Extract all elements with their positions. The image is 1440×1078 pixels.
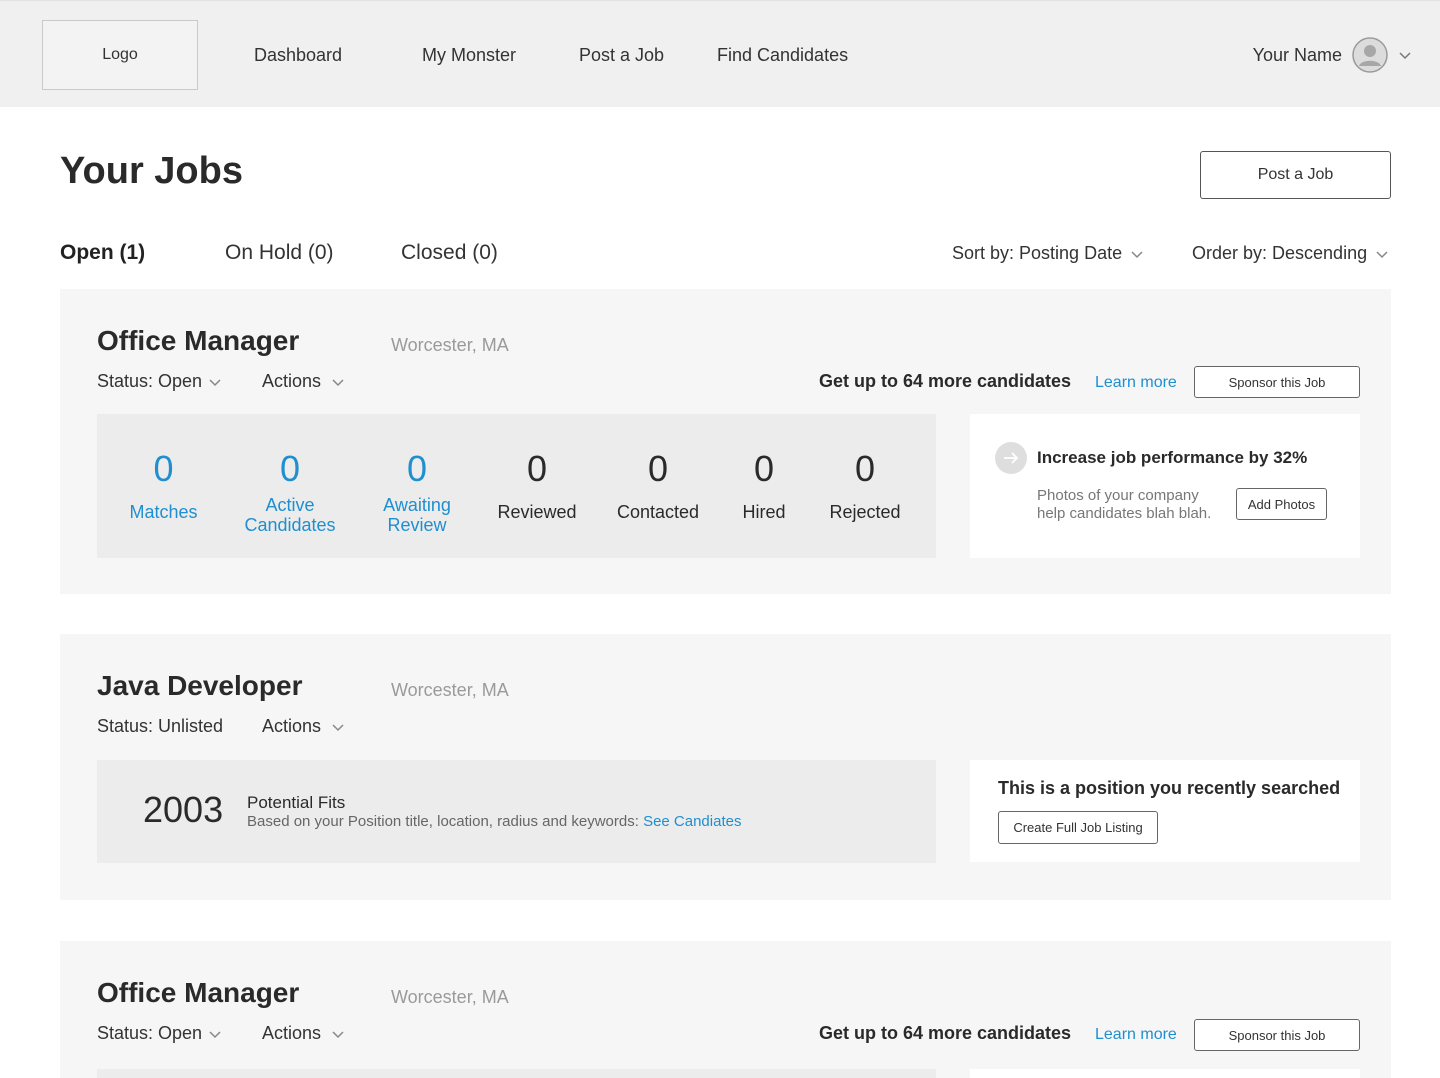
status-label: Status: Open	[97, 371, 203, 391]
job-location: Worcester, MA	[391, 680, 509, 700]
tab-open[interactable]: Open (1)	[60, 241, 145, 265]
stat-label: Contacted	[616, 502, 700, 522]
job-title[interactable]: Office Manager	[97, 325, 299, 357]
potential-fits-count: 2003	[143, 789, 224, 830]
actions-label: Actions	[262, 1023, 322, 1043]
stat-contacted: 0 Contacted	[603, 414, 713, 558]
actions-dropdown[interactable]: Actions	[262, 371, 345, 392]
chevron-down-icon	[332, 378, 344, 386]
tab-closed[interactable]: Closed (0)	[401, 241, 498, 265]
order-by-dropdown[interactable]: Order by: Descending	[1192, 243, 1389, 264]
nav-post-a-job[interactable]: Post a Job	[579, 45, 664, 66]
status-dropdown[interactable]: Status: Open	[97, 371, 222, 392]
stat-value: 0	[647, 448, 669, 489]
page-title: Your Jobs	[60, 150, 243, 192]
potential-fits-title: Potential Fits	[247, 793, 346, 812]
performance-tip-panel: Increase job performance by 32% Photos o…	[970, 414, 1360, 558]
create-full-job-listing-button[interactable]: Create Full Job Listing	[998, 811, 1158, 844]
potential-fits-desc-text: Based on your Position title, location, …	[247, 813, 639, 830]
stat-value: 0	[406, 448, 428, 489]
candidate-stats-panel	[97, 1069, 936, 1078]
chevron-down-icon	[332, 1030, 344, 1038]
tip-body-line: Photos of your company	[1037, 487, 1199, 504]
sponsor-job-button[interactable]: Sponsor this Job	[1194, 366, 1360, 398]
stat-reviewed: 0 Reviewed	[487, 414, 587, 558]
stat-value: 0	[279, 448, 301, 489]
sort-by-label: Sort by: Posting Date	[952, 243, 1123, 263]
add-photos-button[interactable]: Add Photos	[1236, 488, 1327, 520]
stat-value: 0	[753, 448, 775, 489]
potential-fits-panel: 2003 Potential Fits Based on your Positi…	[97, 760, 936, 863]
stat-label: Rejected	[829, 502, 901, 522]
top-navigation-bar: Logo Dashboard My Monster Post a Job Fin…	[0, 0, 1440, 107]
actions-dropdown[interactable]: Actions	[262, 1023, 345, 1044]
chevron-down-icon	[332, 723, 344, 731]
avatar-icon	[1352, 37, 1388, 73]
chevron-down-icon	[1131, 250, 1143, 258]
stat-value: 0	[153, 448, 174, 489]
stat-label: Active Candidates	[244, 495, 336, 535]
user-name: Your Name	[1252, 44, 1342, 65]
stat-value: 0	[526, 448, 548, 489]
status-dropdown[interactable]: Status: Open	[97, 1023, 222, 1044]
learn-more-link[interactable]: Learn more	[1095, 374, 1177, 392]
nav-my-monster[interactable]: My Monster	[422, 45, 516, 66]
tip-title: Increase job performance by 32%	[1037, 448, 1308, 467]
performance-tip-panel	[970, 1069, 1360, 1078]
potential-fits-description: Based on your Position title, location, …	[247, 813, 741, 830]
candidate-stats-panel: 0 Matches 0 Active Candidates 0 Awaiting…	[97, 414, 936, 558]
sponsor-job-button[interactable]: Sponsor this Job	[1194, 1019, 1360, 1051]
stat-active-candidates[interactable]: 0 Active Candidates	[230, 414, 350, 558]
sort-by-dropdown[interactable]: Sort by: Posting Date	[952, 243, 1144, 264]
user-menu[interactable]: Your Name	[1253, 37, 1412, 73]
tip-body-line: help candidates blah blah.	[1037, 505, 1212, 522]
see-candidates-link[interactable]: See Candiates	[643, 813, 741, 830]
job-card: Java Developer Worcester, MA Status: Unl…	[60, 634, 1391, 900]
actions-label: Actions	[262, 371, 322, 391]
nav-dashboard[interactable]: Dashboard	[254, 45, 342, 66]
tab-on-hold[interactable]: On Hold (0)	[225, 241, 334, 265]
stat-matches[interactable]: 0 Matches	[97, 414, 230, 558]
status-label: Status: Unlisted	[97, 716, 224, 736]
chevron-down-icon	[1399, 52, 1411, 60]
job-location: Worcester, MA	[391, 987, 509, 1007]
stat-rejected: 0 Rejected	[815, 414, 915, 558]
job-title[interactable]: Java Developer	[97, 670, 302, 702]
order-by-label: Order by: Descending	[1192, 243, 1368, 263]
nav-find-candidates[interactable]: Find Candidates	[717, 45, 848, 66]
chevron-down-icon	[209, 378, 221, 386]
job-card: Office Manager Worcester, MA Status: Ope…	[60, 289, 1391, 594]
stat-value: 0	[854, 448, 876, 489]
arrow-right-icon	[995, 442, 1027, 474]
stat-awaiting-review[interactable]: 0 Awaiting Review	[367, 414, 467, 558]
stat-label: Hired	[742, 502, 786, 522]
post-a-job-button[interactable]: Post a Job	[1200, 151, 1391, 199]
job-card: Office Manager Worcester, MA Status: Ope…	[60, 941, 1391, 1078]
stat-label: Matches	[129, 502, 198, 522]
actions-label: Actions	[262, 716, 322, 736]
stat-hired: 0 Hired	[724, 414, 804, 558]
logo[interactable]: Logo	[42, 20, 198, 90]
logo-text: Logo	[102, 46, 138, 63]
status-label: Status: Open	[97, 1023, 203, 1043]
chevron-down-icon	[1376, 250, 1388, 258]
stat-label: Reviewed	[497, 502, 577, 522]
promo-text: Get up to 64 more candidates	[819, 371, 1072, 391]
job-title[interactable]: Office Manager	[97, 977, 299, 1009]
recent-search-panel: This is a position you recently searched…	[970, 760, 1360, 862]
promo-text: Get up to 64 more candidates	[819, 1023, 1072, 1043]
learn-more-link[interactable]: Learn more	[1095, 1026, 1177, 1044]
chevron-down-icon	[209, 1030, 221, 1038]
job-location: Worcester, MA	[391, 335, 509, 355]
recent-search-title: This is a position you recently searched	[998, 778, 1341, 798]
stat-label: Awaiting Review	[383, 495, 451, 535]
actions-dropdown[interactable]: Actions	[262, 716, 345, 737]
tip-body: Photos of your company help candidates b…	[1037, 487, 1211, 523]
